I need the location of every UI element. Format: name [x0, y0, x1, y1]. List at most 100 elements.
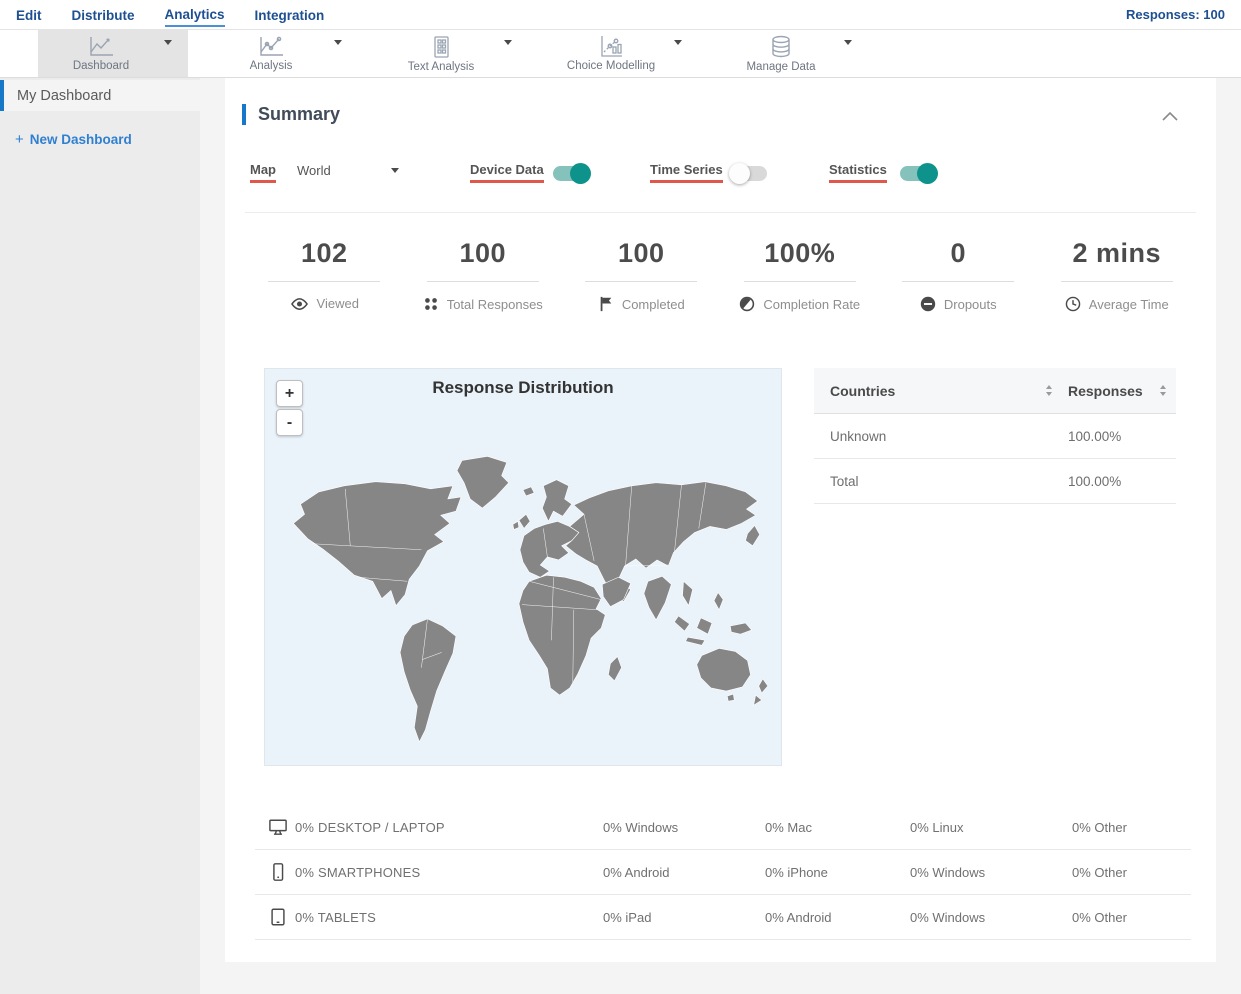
- column-header-responses: Responses: [1068, 382, 1143, 399]
- zoom-in-button[interactable]: +: [276, 380, 303, 407]
- table-row: Unknown 100.00%: [814, 414, 1176, 459]
- device-stat: 0% Other: [1072, 909, 1127, 925]
- flag-icon: [598, 296, 614, 312]
- device-stat: 0% Other: [1072, 864, 1127, 880]
- map-title: Response Distribution: [432, 378, 614, 397]
- toolbar-item-dashboard[interactable]: Dashboard: [38, 30, 188, 77]
- table-row-desktop: 0% DESKTOP / LAPTOP 0% Windows 0% Mac 0%…: [255, 805, 1191, 850]
- desktop-icon: [268, 818, 295, 836]
- map-label: Map: [250, 162, 276, 183]
- nav-item-analytics[interactable]: Analytics: [164, 2, 225, 27]
- device-stat: 0% Windows: [603, 819, 679, 835]
- stat-value: 102: [300, 238, 348, 268]
- device-stat: 0% Other: [1072, 819, 1127, 835]
- table-row-tablets: 0% TABLETS 0% iPad 0% Android 0% Windows…: [255, 895, 1191, 940]
- toolbar-item-label: Choice Modelling: [566, 60, 656, 72]
- chevron-down-icon: [504, 39, 512, 63]
- new-dashboard-button[interactable]: + New Dashboard: [15, 131, 200, 148]
- nav-item-distribute[interactable]: Distribute: [72, 3, 135, 26]
- toolbar-item-analysis[interactable]: Analysis: [208, 30, 358, 77]
- summary-header: Summary: [242, 104, 340, 125]
- toolbar-item-choice-modelling[interactable]: Choice Modelling: [548, 30, 698, 77]
- stat-average-time: 2 mins Average Time: [1038, 228, 1197, 312]
- statistics-toggle[interactable]: [900, 163, 938, 184]
- table-row: Total 100.00%: [814, 459, 1176, 504]
- device-stat: 0% Mac: [765, 819, 812, 835]
- stats-row: 102 Viewed 100 Total Responses 100 Compl…: [245, 228, 1196, 312]
- toolbar-item-label: Dashboard: [72, 59, 130, 72]
- minus-circle-icon: [920, 296, 936, 312]
- response-distribution-map-panel: Response Distribution + -: [264, 368, 782, 766]
- nav-item-edit[interactable]: Edit: [16, 3, 42, 26]
- stat-value: 2 mins: [1072, 238, 1162, 268]
- scatter-chart-icon: [598, 35, 624, 58]
- map-control: Map: [250, 162, 276, 183]
- stat-label: Average Time: [1088, 296, 1169, 312]
- stat-value: 100%: [764, 238, 836, 268]
- chevron-down-icon: [334, 39, 342, 63]
- stat-label: Dropouts: [943, 296, 997, 312]
- dashboard-sidebar: My Dashboard + New Dashboard: [0, 78, 200, 994]
- stat-viewed: 102 Viewed: [245, 228, 404, 312]
- sidebar-item-label: My Dashboard: [17, 87, 112, 104]
- statistics-label: Statistics: [829, 162, 887, 183]
- stat-total-responses: 100 Total Responses: [404, 228, 563, 312]
- device-stat: 0% Windows: [910, 864, 986, 880]
- tablet-icon: [268, 907, 295, 927]
- section-title: Summary: [258, 104, 341, 124]
- nav-item-integration[interactable]: Integration: [255, 3, 325, 26]
- stat-label: Total Responses: [446, 296, 543, 312]
- toolbar-item-text-analysis[interactable]: Text Analysis: [378, 30, 528, 77]
- new-dashboard-label: New Dashboard: [29, 132, 132, 147]
- line-chart-icon: [87, 36, 115, 58]
- top-nav: Edit Distribute Analytics Integration Re…: [0, 0, 1241, 30]
- sort-icon[interactable]: [1160, 385, 1166, 396]
- chevron-down-icon: [674, 39, 682, 63]
- map-region-select[interactable]: World: [297, 163, 399, 178]
- device-stat: 0% iPad: [603, 909, 652, 925]
- countries-table-header: Countries Responses: [814, 368, 1176, 414]
- toolbar-item-label: Manage Data: [746, 60, 816, 73]
- country-name: Unknown: [830, 428, 887, 444]
- sort-icon[interactable]: [1046, 385, 1052, 396]
- dots-grid-icon: [423, 296, 439, 312]
- clock-icon: [1065, 296, 1081, 312]
- toolbar-item-manage-data[interactable]: Manage Data: [718, 30, 868, 77]
- stat-value: 100: [617, 238, 665, 268]
- summary-panel: Summary Map World Device Data Time Serie…: [225, 78, 1216, 962]
- sidebar-item-my-dashboard[interactable]: My Dashboard: [0, 80, 200, 111]
- time-series-control: Time Series: [650, 162, 723, 183]
- half-circle-icon: [739, 296, 755, 312]
- country-name: Total: [830, 473, 859, 489]
- time-series-toggle[interactable]: [729, 163, 767, 184]
- divider: [245, 212, 1196, 213]
- device-data-label: Device Data: [470, 162, 544, 183]
- device-stat: 0% Android: [603, 864, 670, 880]
- toolbar-item-label: Analysis: [249, 59, 293, 72]
- statistics-control: Statistics: [829, 162, 887, 183]
- device-data-table: 0% DESKTOP / LAPTOP 0% Windows 0% Mac 0%…: [255, 805, 1191, 940]
- world-map[interactable]: [269, 427, 777, 761]
- responses-count: Responses: 100: [1126, 7, 1225, 22]
- device-data-toggle[interactable]: [553, 163, 591, 184]
- device-data-control: Device Data: [470, 162, 544, 183]
- accent-bar: [242, 104, 246, 125]
- table-row-smartphones: 0% SMARTPHONES 0% Android 0% iPhone 0% W…: [255, 850, 1191, 895]
- eye-icon: [290, 297, 309, 311]
- device-stat: 0% iPhone: [765, 864, 828, 880]
- collapse-chevron-up-icon[interactable]: [1160, 110, 1180, 128]
- stat-completion-rate: 100% Completion Rate: [721, 228, 880, 312]
- chevron-down-icon: [164, 39, 172, 63]
- device-category: 0% DESKTOP / LAPTOP: [295, 819, 445, 835]
- toolbar-item-label: Text Analysis: [407, 60, 475, 73]
- stat-label: Viewed: [316, 296, 359, 311]
- device-stat: 0% Windows: [910, 909, 986, 925]
- stat-completed: 100 Completed: [562, 228, 721, 312]
- analytics-toolbar: Dashboard Analysis Text Analysis Choice …: [0, 30, 1241, 78]
- map-region-value: World: [297, 163, 331, 178]
- country-responses: 100.00%: [1068, 473, 1122, 489]
- stat-value: 0: [950, 238, 967, 268]
- device-stat: 0% Linux: [910, 819, 964, 835]
- summary-controls: Map World Device Data Time Series Statis…: [225, 162, 1216, 188]
- stat-label: Completed: [621, 296, 685, 312]
